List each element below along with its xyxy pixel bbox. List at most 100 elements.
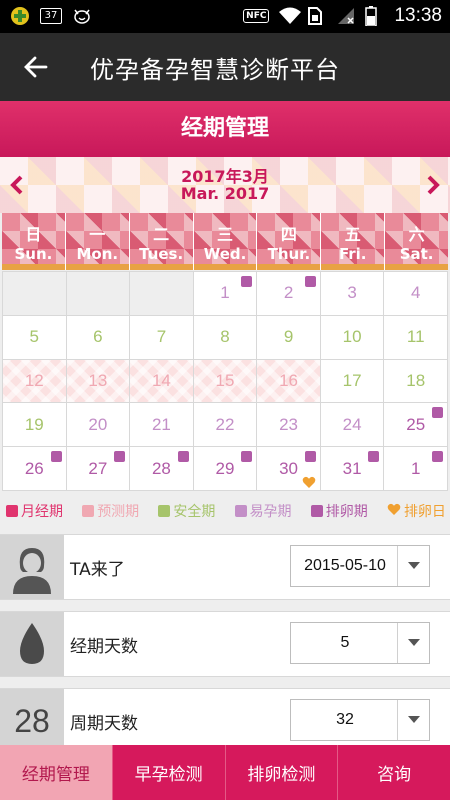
cycle-icon-number: 28 (14, 702, 50, 739)
sim-icon (307, 6, 327, 26)
ovulation-marker (241, 451, 253, 463)
day-number: 9 (283, 327, 294, 347)
battery-icon (365, 6, 385, 27)
tab-2[interactable]: 排卵检测 (224, 745, 338, 800)
legend-label: 易孕期 (249, 504, 292, 520)
tab-0[interactable]: 经期管理 (0, 745, 112, 800)
cycle-days-label: 周期天数 (70, 714, 138, 734)
day-number: 8 (220, 327, 230, 347)
calendar-empty-cell (130, 272, 193, 315)
weekday-en: Mon. (76, 245, 119, 263)
last-period-value: 2015-05-10 (304, 557, 386, 574)
calendar-day[interactable]: 26 (3, 447, 66, 490)
legend-swatch (310, 505, 323, 517)
day-number: 25 (406, 414, 426, 434)
calendar-day[interactable]: 7 (130, 315, 193, 359)
notification-badge: 37 (40, 8, 62, 24)
month-label-en: Mar. 2017 (180, 184, 270, 203)
tab-3[interactable]: 咨询 (337, 745, 450, 800)
calendar-day[interactable]: 18 (384, 359, 447, 403)
calendar-day[interactable]: 1 (193, 272, 257, 315)
period-days-select[interactable]: 5 (290, 622, 430, 664)
calendar-day[interactable]: 28 (130, 447, 193, 490)
period-days-label: 经期天数 (70, 637, 138, 657)
bottom-tab-bar: 经期管理 早孕检测 排卵检测 咨询 (0, 745, 450, 800)
weekday-zh: 日 (25, 225, 42, 244)
calendar-day[interactable]: 10 (320, 315, 384, 359)
chevron-down-icon[interactable] (397, 546, 429, 586)
day-number: 17 (342, 370, 362, 390)
back-arrow-icon[interactable] (22, 53, 50, 81)
weekday-wed: 三 Wed. (193, 213, 257, 270)
heart-icon (302, 474, 316, 488)
signal-icon (336, 6, 356, 26)
calendar-day[interactable]: 6 (66, 315, 130, 359)
weekday-tues: 二 Tues. (129, 213, 193, 270)
weekday-zh: 六 (408, 225, 425, 244)
tab-1[interactable]: 早孕检测 (111, 745, 225, 800)
legend-item: 易孕期 (234, 501, 292, 521)
section-title: 经期管理 (0, 101, 450, 157)
chevron-down-icon[interactable] (397, 623, 429, 663)
legend-label: 排卵期 (325, 504, 368, 520)
calendar-day[interactable]: 17 (320, 359, 384, 403)
weekday-header: 日 Sun. 一 Mon. 二 Tues. 三 Wed. 四 Thur. 五 Fri. 六 Sat. (2, 213, 449, 270)
day-number: 30 (279, 458, 299, 478)
ovulation-marker (368, 451, 380, 463)
calendar-legend: 月经期 预测期 安全期 易孕期 排卵期 排卵日 (6, 500, 446, 522)
calendar-day[interactable]: 31 (320, 447, 384, 490)
calendar-day[interactable]: 12 (3, 359, 66, 403)
drop-icon (0, 612, 64, 676)
calendar-day[interactable]: 16 (257, 359, 320, 403)
last-period-label: TA来了 (70, 560, 125, 580)
weekday-sat: 六 Sat. (385, 213, 449, 270)
calendar-day[interactable]: 15 (193, 359, 257, 403)
weekday-en: Sat. (399, 245, 434, 263)
chevron-down-icon[interactable] (397, 700, 429, 740)
legend-label: 安全期 (173, 504, 216, 520)
app-bar: 优孕备孕智慧诊断平台 (0, 33, 450, 101)
calendar-day[interactable]: 21 (130, 403, 193, 447)
calendar-day[interactable]: 1 (384, 447, 447, 490)
weekday-en: Fri. (338, 245, 367, 263)
ovulation-marker (304, 276, 316, 287)
day-number: 2 (283, 283, 294, 303)
calendar-day[interactable]: 4 (384, 272, 447, 315)
calendar-day[interactable]: 9 (257, 315, 320, 359)
day-number: 16 (279, 370, 299, 390)
day-number: 5 (29, 327, 40, 347)
calendar-day[interactable]: 8 (193, 315, 257, 359)
weekday-zh: 五 (344, 225, 361, 244)
calendar-day[interactable]: 22 (193, 403, 257, 447)
legend-label: 月经期 (21, 504, 63, 520)
calendar-day[interactable]: 5 (3, 315, 66, 359)
calendar-day[interactable]: 23 (257, 403, 320, 447)
calendar-day[interactable]: 13 (66, 359, 130, 403)
day-number: 7 (156, 327, 167, 347)
cat-face-icon (72, 6, 92, 26)
weekday-zh: 三 (217, 225, 234, 244)
calendar-day[interactable]: 3 (320, 272, 384, 315)
day-number: 31 (342, 458, 362, 478)
calendar-day[interactable]: 14 (130, 359, 193, 403)
legend-label: 预测期 (97, 504, 140, 520)
day-number: 23 (279, 414, 299, 434)
calendar-day[interactable]: 2 (257, 272, 320, 315)
legend-item: 预测期 (82, 501, 139, 521)
weekday-sun: 日 Sun. (2, 213, 65, 270)
calendar-day[interactable]: 19 (3, 403, 66, 447)
period-days-value: 5 (340, 634, 350, 651)
legend-swatch (234, 505, 247, 517)
nfc-icon: NFC (243, 9, 270, 23)
calendar-day[interactable]: 24 (320, 403, 384, 447)
weekday-en: Sun. (14, 245, 53, 263)
calendar-day[interactable]: 25 (384, 403, 447, 447)
calendar-day[interactable]: 30 (257, 447, 320, 490)
calendar-day[interactable]: 20 (66, 403, 130, 447)
cycle-days-select[interactable]: 32 (290, 699, 430, 741)
last-period-select[interactable]: 2015-05-10 (290, 545, 430, 587)
next-month-button[interactable] (420, 173, 444, 197)
calendar-day[interactable]: 27 (66, 447, 130, 490)
calendar-day[interactable]: 29 (193, 447, 257, 490)
calendar-day[interactable]: 11 (384, 315, 447, 359)
